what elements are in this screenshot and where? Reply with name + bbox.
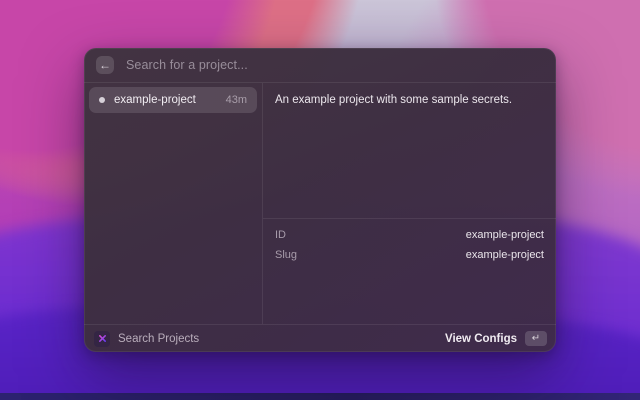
search-input[interactable]: Search for a project... — [126, 58, 248, 72]
command-palette-window: ← Search for a project... example-projec… — [84, 48, 556, 352]
project-list: example-project 43m — [84, 83, 262, 324]
metadata-section: ID example-project Slug example-project — [263, 219, 556, 324]
enter-key-icon: ↵ — [525, 331, 547, 346]
metadata-value: example-project — [465, 229, 544, 241]
window-body: example-project 43m An example project w… — [84, 83, 556, 324]
project-description: An example project with some sample secr… — [275, 94, 513, 106]
command-title: Search Projects — [118, 332, 200, 345]
command-info: Search Projects — [94, 330, 200, 347]
metadata-value: example-project — [465, 249, 544, 261]
metadata-row-slug: Slug example-project — [275, 245, 544, 265]
primary-action-button[interactable]: View Configs ↵ — [445, 331, 547, 346]
detail-panel: An example project with some sample secr… — [263, 83, 556, 324]
back-button[interactable]: ← — [96, 56, 114, 74]
project-title: example-project — [114, 94, 196, 106]
action-bar: Search Projects View Configs ↵ — [84, 325, 556, 352]
project-age-badge: 43m — [225, 94, 247, 106]
list-item-example-project[interactable]: example-project 43m — [89, 87, 257, 113]
asterisk-logo-icon — [94, 330, 110, 347]
back-arrow-icon: ← — [99, 58, 111, 72]
metadata-label: Slug — [275, 249, 298, 261]
metadata-label: ID — [275, 229, 286, 241]
metadata-row-id: ID example-project — [275, 225, 544, 245]
search-header: ← Search for a project... — [84, 48, 556, 82]
bullet-dot-icon — [99, 97, 105, 103]
wallpaper-bottom-band — [0, 393, 640, 400]
primary-action-label: View Configs — [445, 332, 517, 345]
